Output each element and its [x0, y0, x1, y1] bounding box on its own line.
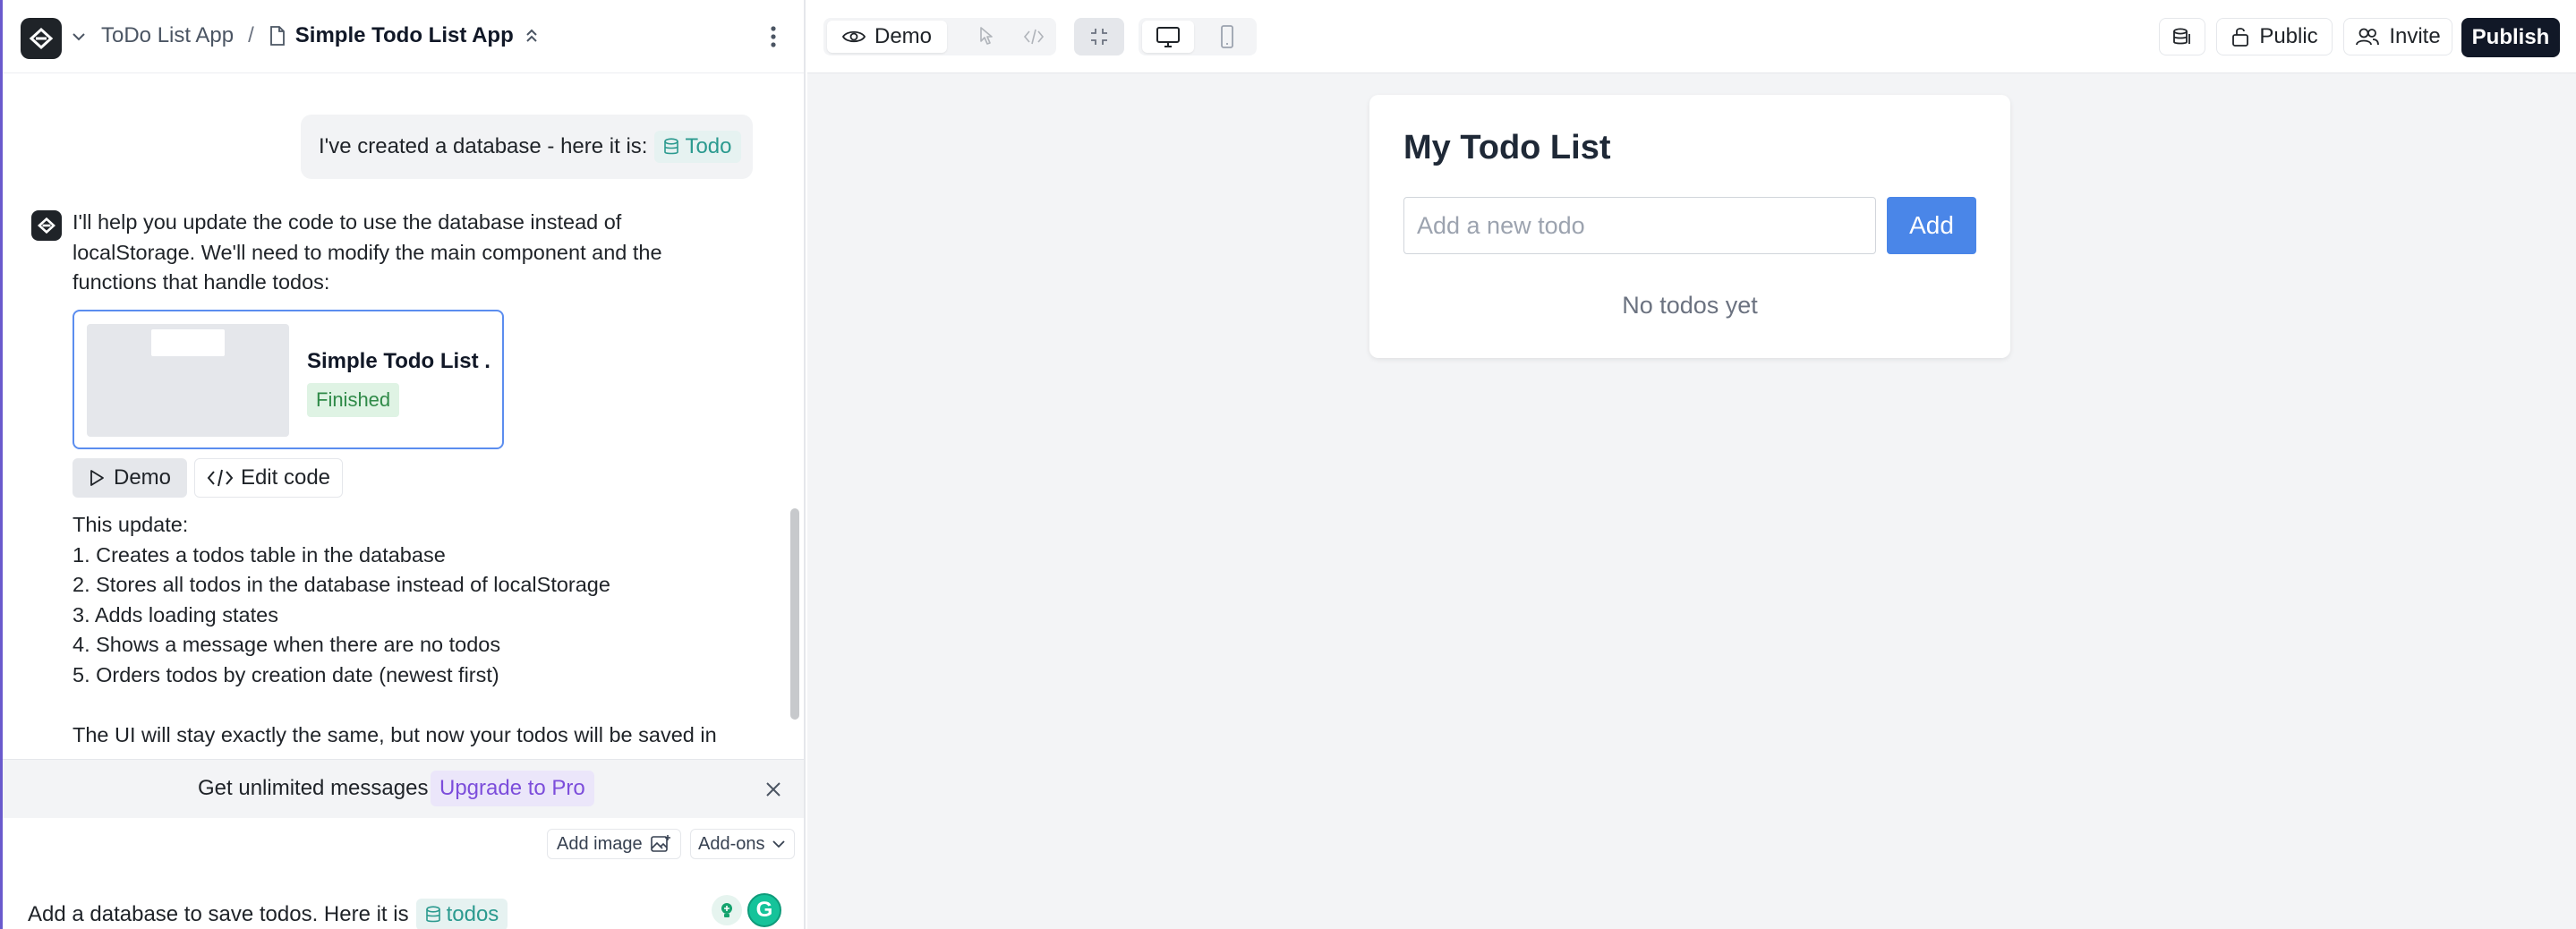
assistant-intro: I'll help you update the code to use the…	[73, 208, 735, 298]
breadcrumb-separator: /	[248, 23, 254, 47]
monitor-icon	[1156, 27, 1180, 47]
add-image-label: Add image	[557, 833, 643, 854]
app-logo-icon[interactable]	[21, 18, 62, 59]
lightbulb-icon[interactable]	[712, 895, 742, 925]
addons-label: Add-ons	[698, 833, 765, 854]
invite-label: Invite	[2389, 24, 2441, 48]
new-todo-input[interactable]	[1403, 197, 1876, 254]
publish-button[interactable]: Publish	[2461, 18, 2560, 57]
code-icon[interactable]	[1022, 25, 1045, 48]
database-chip-label: todos	[446, 902, 499, 926]
summary-line: 2. Stores all todos in the database inst…	[73, 573, 610, 597]
card-title: Simple Todo List ...	[307, 349, 490, 373]
image-add-icon	[650, 835, 670, 852]
database-chip[interactable]: todos	[415, 899, 508, 929]
play-icon	[90, 470, 104, 486]
database-icon	[2173, 28, 2190, 45]
device-toggle-group	[1139, 18, 1257, 55]
user-message-text: I've created a database - here it is:	[319, 134, 648, 158]
intro-line: localStorage. We'll need to modify the m…	[73, 240, 662, 264]
pointer-select-icon[interactable]	[974, 25, 997, 48]
collapse-icon	[1091, 29, 1107, 45]
summary-line: This update:	[73, 513, 189, 536]
preview-thumbnail	[87, 324, 289, 437]
chevron-down-icon	[772, 840, 785, 848]
thumbnail-mini-app	[151, 329, 225, 356]
intro-line: I'll help you update the code to use the…	[73, 210, 622, 234]
todo-app-card: My Todo List Add No todos yet	[1369, 95, 2010, 358]
upgrade-banner: Get unlimited messages Upgrade to Pro	[3, 759, 804, 818]
more-options-icon[interactable]	[765, 23, 781, 50]
public-label: Public	[2259, 24, 2318, 48]
database-chip-label: Todo	[685, 134, 732, 158]
demo-tab-label: Demo	[874, 24, 933, 48]
public-button[interactable]: Public	[2216, 18, 2333, 55]
chat-thread[interactable]: I've created a database - here it is: To…	[3, 75, 790, 757]
edit-code-label: Edit code	[240, 465, 331, 490]
document-icon	[269, 26, 285, 46]
breadcrumb: ToDo List App / Simple Todo List App	[101, 23, 541, 48]
summary-line: 3. Adds loading states	[73, 602, 278, 626]
assistant-avatar-icon	[31, 210, 62, 241]
desktop-view-button[interactable]	[1142, 21, 1194, 53]
mobile-view-button[interactable]	[1201, 21, 1253, 53]
message-input[interactable]: Add a database to save todos. Here it is…	[28, 899, 508, 929]
eye-icon	[841, 30, 866, 43]
upgrade-to-pro-link[interactable]: Upgrade to Pro	[431, 771, 594, 806]
breadcrumb-document[interactable]: Simple Todo List App	[269, 23, 541, 48]
edit-code-button[interactable]: Edit code	[194, 458, 343, 498]
summary-line	[73, 691, 771, 721]
demo-tab[interactable]: Demo	[827, 21, 947, 53]
view-mode-group: Demo	[823, 18, 1056, 55]
chevron-down-icon[interactable]	[69, 27, 89, 47]
message-input-text: Add a database to save todos. Here it is	[28, 902, 409, 926]
users-icon	[2356, 28, 2380, 46]
chat-panel: ToDo List App / Simple Todo List App I'v…	[0, 0, 806, 929]
database-button[interactable]	[2159, 18, 2205, 55]
chat-header: ToDo List App / Simple Todo List App	[3, 0, 804, 73]
preview-panel: Demo Public Invite Publish My Todo List …	[807, 0, 2576, 929]
chevrons-up-icon[interactable]	[523, 26, 541, 46]
grammarly-icon[interactable]: G	[747, 893, 781, 927]
empty-state-text: No todos yet	[1622, 292, 1758, 319]
todo-app-title: My Todo List	[1403, 129, 1611, 166]
demo-button[interactable]: Demo	[73, 458, 187, 498]
summary-line: 1. Creates a todos table in the database	[73, 542, 446, 567]
demo-button-label: Demo	[113, 465, 172, 490]
database-icon	[664, 138, 679, 155]
intro-line: functions that handle todos:	[73, 270, 330, 294]
invite-button[interactable]: Invite	[2343, 18, 2452, 55]
database-chip[interactable]: Todo	[654, 131, 741, 163]
summary-line: 5. Orders todos by creation date (newest…	[73, 662, 499, 686]
document-title: Simple Todo List App	[294, 23, 514, 47]
version-preview-card[interactable]: Simple Todo List ... Finished	[73, 310, 504, 449]
addons-dropdown[interactable]: Add-ons	[690, 829, 795, 859]
close-icon[interactable]	[763, 780, 783, 799]
add-image-button[interactable]: Add image	[547, 829, 681, 859]
summary-line: The UI will stay exactly the same, but n…	[73, 723, 717, 747]
chat-scrollbar[interactable]	[790, 508, 799, 720]
add-todo-button[interactable]: Add	[1887, 197, 1976, 254]
preview-toolbar: Demo Public Invite Publish	[807, 0, 2576, 73]
breadcrumb-project[interactable]: ToDo List App	[101, 23, 234, 48]
unlock-icon	[2232, 28, 2249, 47]
database-icon	[425, 906, 440, 923]
upgrade-text: Get unlimited messages	[198, 776, 429, 800]
assistant-update-summary: This update: 1. Creates a todos table in…	[73, 510, 771, 751]
status-badge: Finished	[307, 383, 400, 417]
code-icon	[207, 469, 234, 487]
collapse-button[interactable]	[1074, 18, 1124, 55]
user-message: I've created a database - here it is: To…	[301, 115, 753, 179]
summary-line: 4. Shows a message when there are no tod…	[73, 633, 501, 657]
phone-icon	[1221, 25, 1233, 48]
